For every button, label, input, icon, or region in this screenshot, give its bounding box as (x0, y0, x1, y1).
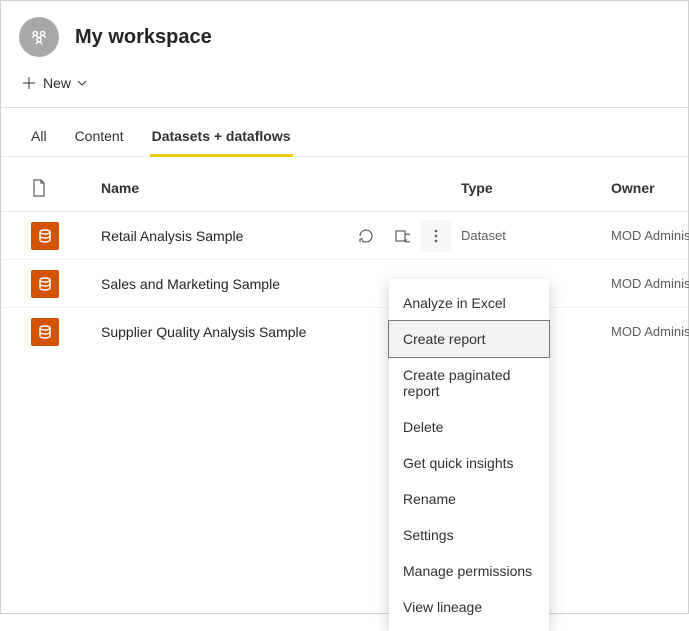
menu-manage-permissions[interactable]: Manage permissions (389, 553, 549, 589)
schedule-refresh-icon[interactable] (391, 225, 413, 247)
row-name[interactable]: Supplier Quality Analysis Sample (101, 324, 331, 340)
refresh-icon[interactable] (355, 225, 377, 247)
menu-quick-insights[interactable]: Get quick insights (389, 445, 549, 481)
dataset-icon (31, 270, 59, 298)
tab-content[interactable]: Content (73, 122, 126, 156)
workspace-title: My workspace (75, 26, 212, 49)
dataset-icon (31, 318, 59, 346)
table-row[interactable]: Sales and Marketing Sample MOD Administr… (1, 259, 688, 307)
row-name[interactable]: Retail Analysis Sample (101, 228, 331, 244)
row-owner: MOD Administrator (611, 228, 689, 243)
menu-create-report[interactable]: Create report (389, 321, 549, 357)
workspace-avatar-icon (19, 17, 59, 57)
menu-analyze-in-excel[interactable]: Analyze in Excel (389, 285, 549, 321)
tab-all[interactable]: All (29, 122, 49, 156)
menu-create-paginated-report[interactable]: Create paginated report (389, 357, 549, 409)
file-icon (31, 179, 101, 197)
datasets-table: Name Type Owner Retail Analysis Sample D… (1, 157, 688, 355)
new-button[interactable]: New (19, 71, 89, 95)
table-header: Name Type Owner (1, 165, 688, 211)
menu-settings[interactable]: Settings (389, 517, 549, 553)
plus-icon (21, 75, 37, 91)
menu-delete[interactable]: Delete (389, 409, 549, 445)
tab-datasets-dataflows[interactable]: Datasets + dataflows (150, 122, 293, 156)
toolbar: New (1, 65, 688, 107)
table-row[interactable]: Supplier Quality Analysis Sample MOD Adm… (1, 307, 688, 355)
tab-bar: All Content Datasets + dataflows (1, 108, 688, 157)
table-row[interactable]: Retail Analysis Sample Dataset MOD Admin… (1, 211, 688, 259)
context-menu: Analyze in Excel Create report Create pa… (389, 279, 549, 631)
new-button-label: New (43, 75, 71, 91)
workspace-header: My workspace (1, 1, 688, 65)
column-type[interactable]: Type (461, 180, 611, 196)
chevron-down-icon (77, 78, 87, 88)
more-options-button[interactable] (421, 220, 451, 252)
column-name[interactable]: Name (101, 180, 421, 196)
menu-view-lineage[interactable]: View lineage (389, 589, 549, 625)
row-name[interactable]: Sales and Marketing Sample (101, 276, 331, 292)
dataset-icon (31, 222, 59, 250)
row-owner: MOD Administrator (611, 276, 689, 291)
row-owner: MOD Administrator (611, 324, 689, 339)
row-actions (331, 225, 421, 247)
row-type: Dataset (461, 228, 611, 243)
menu-rename[interactable]: Rename (389, 481, 549, 517)
column-owner[interactable]: Owner (611, 180, 672, 196)
